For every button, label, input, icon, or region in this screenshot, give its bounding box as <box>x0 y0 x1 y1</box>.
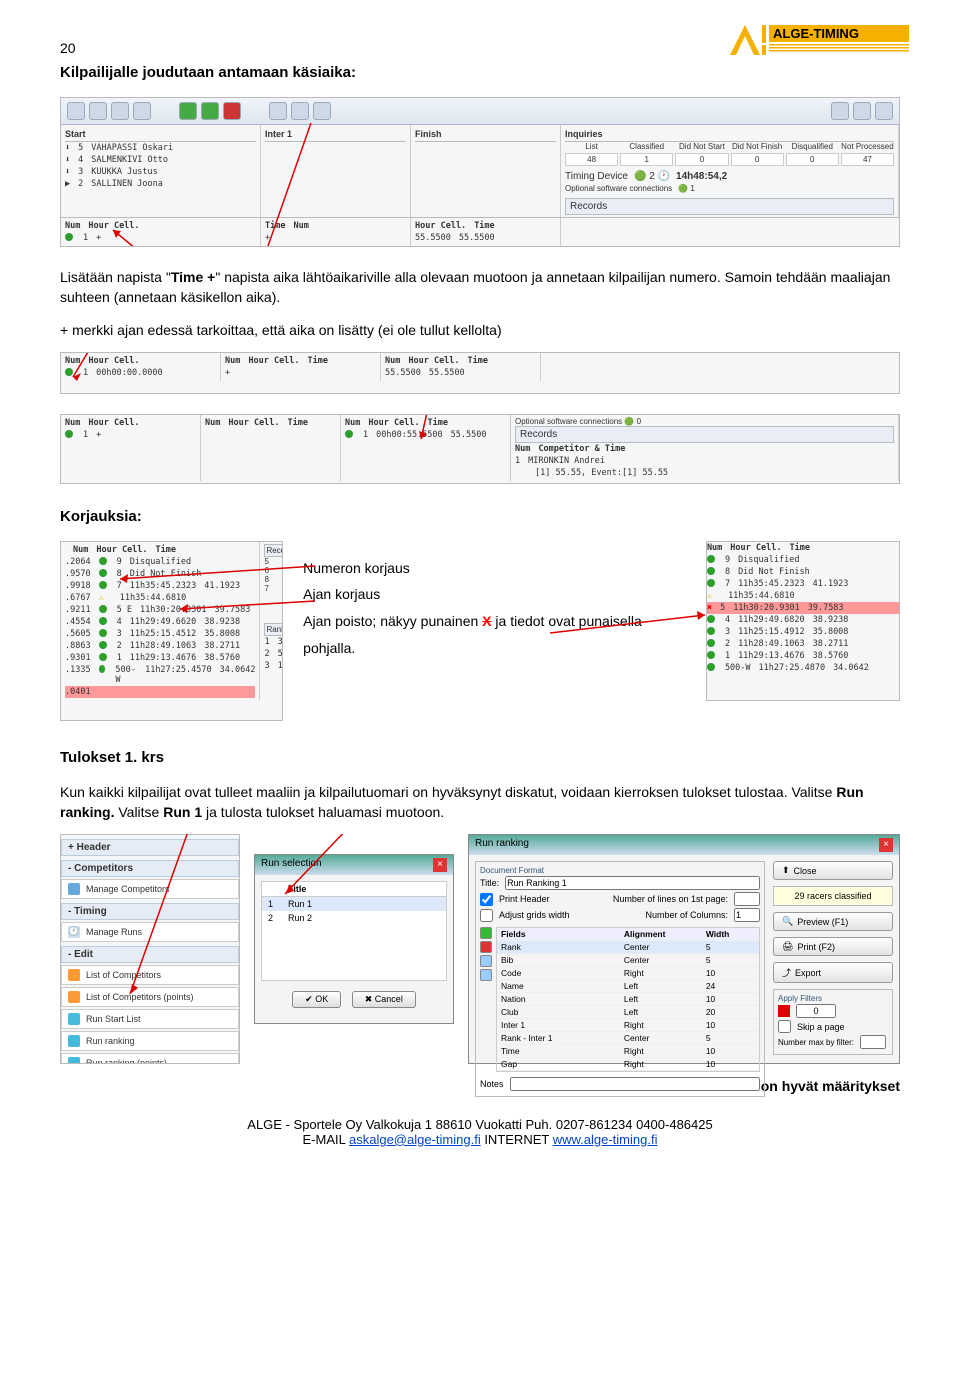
run-ranking-button[interactable]: Run ranking <box>61 1031 239 1051</box>
print-header-checkbox[interactable] <box>480 893 493 906</box>
records-header: Records <box>565 198 894 215</box>
run-selection-title: Run selection <box>261 858 322 872</box>
records-header-2: Records <box>515 426 894 443</box>
col-finish: Finish <box>415 127 556 142</box>
panel-timing: - Timing <box>61 903 239 920</box>
remove-field-icon[interactable] <box>480 941 492 953</box>
cancel-button[interactable]: ✖ Cancel <box>352 991 416 1008</box>
export-button[interactable]: ⤴ Export <box>773 962 893 983</box>
panel-competitors: - Competitors <box>61 860 239 877</box>
panel-header: + Header <box>61 839 239 856</box>
preview-button[interactable]: 🔍 Preview (F1) <box>773 912 893 931</box>
toolbar <box>61 98 899 125</box>
footer: ALGE - Sportele Oy Valkokuja 1 88610 Vuo… <box>60 1117 900 1147</box>
manage-competitors-button[interactable]: Manage Competitors <box>61 879 239 899</box>
timing-device-label: Timing Device <box>565 171 628 182</box>
list-competitors-button[interactable]: List of Competitors <box>61 965 239 985</box>
adjust-grids-checkbox[interactable] <box>480 909 493 922</box>
run-start-list-button[interactable]: Run Start List <box>61 1009 239 1029</box>
close-button[interactable]: ⬆ Close <box>773 861 893 880</box>
col-inter1: Inter 1 <box>265 127 406 142</box>
run-1-row[interactable]: 1Run 1 <box>262 897 446 911</box>
inquiries-grid: ListClassifiedDid Not StartDid Not Finis… <box>565 142 894 166</box>
run-ranking-dialog: Run ranking× Document Format Title: Prin… <box>468 834 900 1064</box>
notes-label: Notes <box>480 1079 504 1089</box>
screenshot-competitors-panel: + Header - Competitors Manage Competitor… <box>60 834 240 1064</box>
title-label: Title: <box>480 878 499 888</box>
move-down-icon[interactable] <box>480 969 492 981</box>
run-ranking-points-button[interactable]: Run ranking (points) <box>61 1053 239 1064</box>
filter-value-input[interactable] <box>796 1004 836 1018</box>
add-field-icon[interactable] <box>480 927 492 939</box>
label-ajan-korjaus: Ajan korjaus <box>303 581 686 608</box>
heading-korjauksia: Korjauksia: <box>60 508 900 525</box>
website-link[interactable]: www.alge-timing.fi <box>553 1132 658 1147</box>
run-ranking-title: Run ranking <box>475 838 529 852</box>
para-tulokset: Kun kaikki kilpailijat ovat tulleet maal… <box>60 782 900 823</box>
doc-format-label: Document Format <box>480 866 760 875</box>
ok-button[interactable]: ✔ OK <box>292 991 341 1008</box>
clock: 14h48:54,2 <box>676 171 727 182</box>
label-numeron-korjaus: Numeron korjaus <box>303 555 686 582</box>
print-button[interactable]: 🖨 Print (F2) <box>773 937 893 956</box>
move-up-icon[interactable] <box>480 955 492 967</box>
para-plus-merkki: + merkki ajan edessä tarkoittaa, että ai… <box>60 320 900 340</box>
manage-runs-button[interactable]: 🕐Manage Runs <box>61 922 239 942</box>
panel-edit: - Edit <box>61 946 239 963</box>
run-2-row[interactable]: 2Run 2 <box>262 911 446 925</box>
run-selection-dialog: Run selection× Title 1Run 1 2Run 2 ✔ OK … <box>254 854 454 1024</box>
screenshot-timing-main: Start ⬇5VAHAPASSI Oskari ⬇4SALMENKIVI Ot… <box>60 97 900 247</box>
title-input[interactable] <box>505 876 760 890</box>
classified-label: 29 racers classified <box>773 886 893 906</box>
screenshot-row-1: NumHour Cell. 100h00:00.0000 NumHour Cel… <box>60 352 900 394</box>
svg-text:ALGE-TIMING: ALGE-TIMING <box>773 26 859 41</box>
skip-page-checkbox[interactable] <box>778 1020 791 1033</box>
para-time-plus: Lisätään napista "Time +" napista aika l… <box>60 267 900 308</box>
opt-conn-2: Optional software connections 🟢 0 <box>515 417 894 426</box>
close-icon[interactable]: × <box>879 838 893 852</box>
col-inquiries: Inquiries <box>565 127 894 142</box>
opt-conn-label: Optional software connections <box>565 184 672 193</box>
col-start: Start <box>65 127 256 142</box>
korjauksia-container: NumHour Cell.Time .20649Disqualified .95… <box>60 541 900 721</box>
heading-kasiaika: Kilpailijalle joudutaan antamaan käsiaik… <box>60 64 900 81</box>
apply-filters-label: Apply Filters <box>778 994 888 1003</box>
email-link[interactable]: askalge@alge-timing.fi <box>349 1132 481 1147</box>
close-icon[interactable]: × <box>433 858 447 872</box>
list-competitors-points-button[interactable]: List of Competitors (points) <box>61 987 239 1007</box>
heading-tulokset: Tulokset 1. krs <box>60 749 900 766</box>
alge-logo: ALGE-TIMING <box>730 24 910 59</box>
screenshot-row-2: NumHour Cell. 1+ NumHour Cell.Time NumHo… <box>60 414 900 484</box>
label-ajan-poisto: Ajan poisto; näkyy punainen X ja tiedot … <box>303 608 686 661</box>
